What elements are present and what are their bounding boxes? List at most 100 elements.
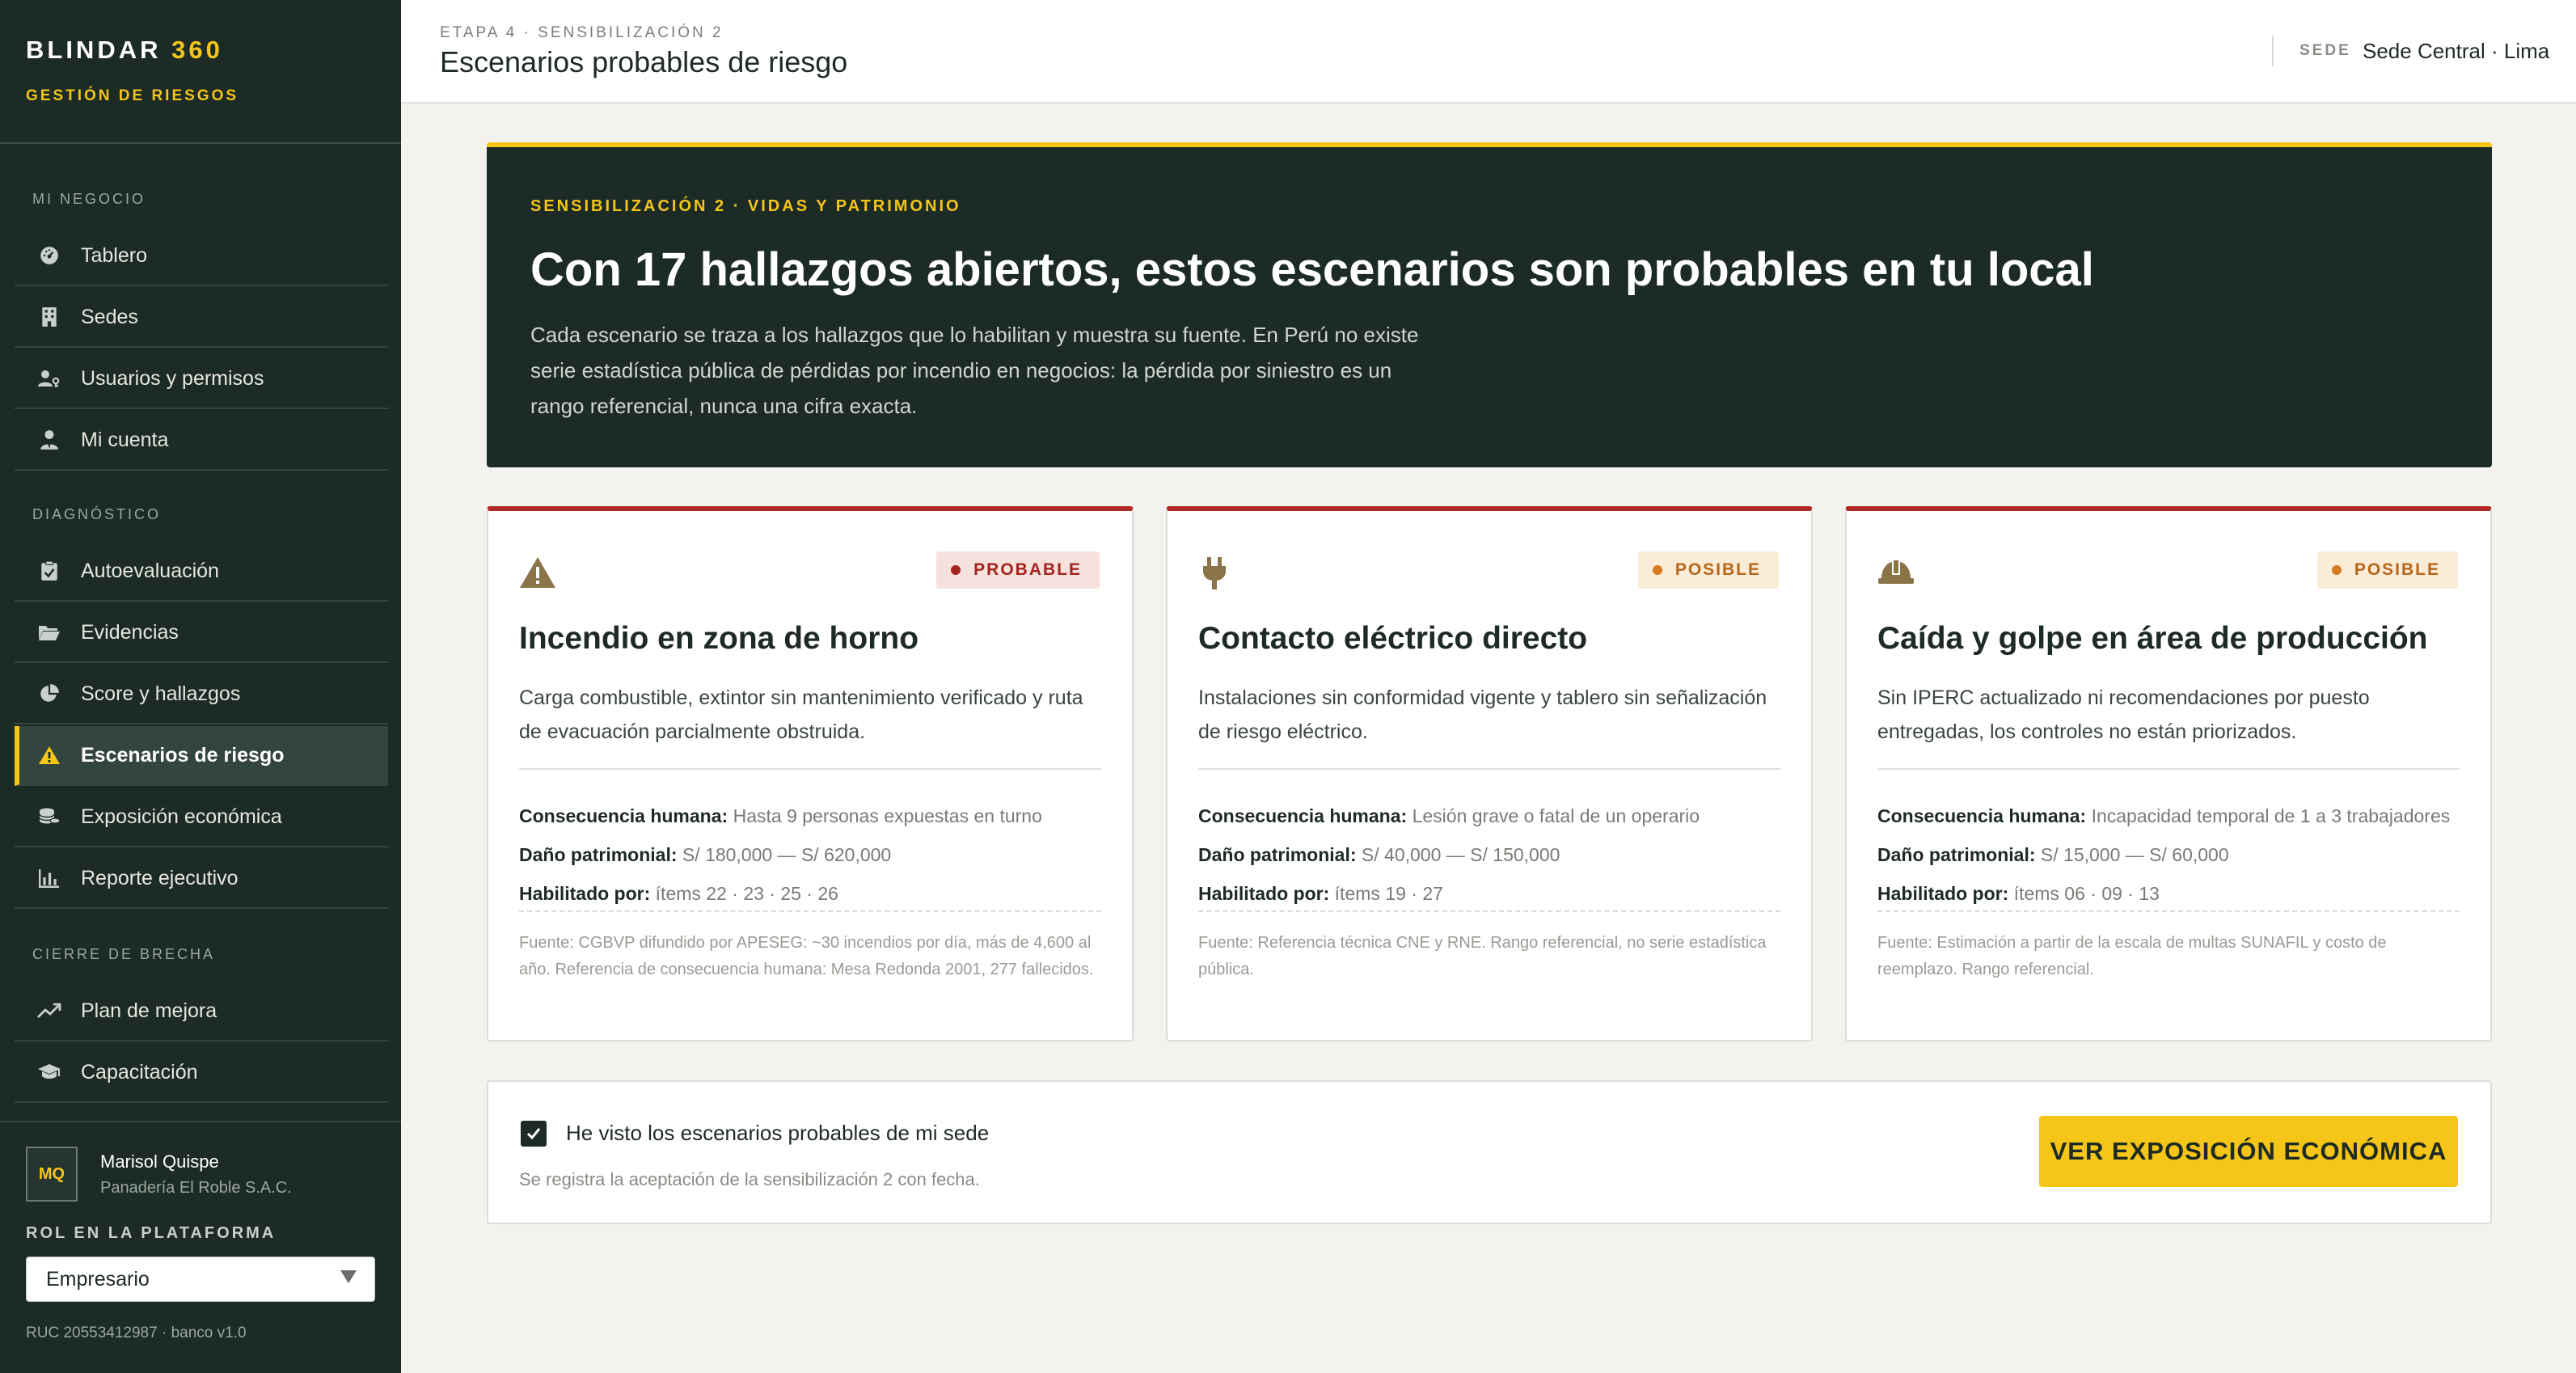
pie-chart-icon [37, 682, 61, 706]
sidebar-item-score-hallazgos[interactable]: Score y hallazgos [15, 665, 388, 725]
hero-banner: SENSIBILIZACIÓN 2 · VIDAS Y PATRIMONIO C… [487, 142, 2492, 467]
checkbox-label[interactable]: He visto los escenarios probables de mi … [566, 1121, 989, 1146]
sidebar-item-label: Evidencias [81, 620, 179, 644]
enabled-by: Habilitado por: ítems 22 · 23 · 25 · 26 [519, 883, 838, 905]
sidebar-item-label: Escenarios de riesgo [81, 743, 285, 767]
checkbox-hint: Se registra la aceptación de la sensibil… [519, 1169, 980, 1189]
patrimonial-damage: Daño patrimonial: S/ 15,000 — S/ 60,000 [1877, 844, 2229, 866]
warning-icon [519, 556, 556, 590]
patrimonial-damage: Daño patrimonial: S/ 180,000 — S/ 620,00… [519, 844, 891, 866]
sidebar-item-label: Reporte ejecutivo [81, 866, 239, 889]
hero-description: Cada escenario se traza a los hallazgos … [530, 323, 1419, 418]
role-select-value: Empresario [46, 1267, 150, 1291]
fact-value: ítems 06 · 09 · 13 [2013, 883, 2160, 904]
fact-value: ítems 19 · 27 [1334, 883, 1443, 904]
divider [519, 910, 1101, 912]
fact-label: Consecuencia humana: [519, 805, 728, 826]
check-icon [526, 1128, 541, 1140]
scenario-card: POSIBLE Contacto eléctrico directo Insta… [1166, 506, 1813, 1041]
scenario-source: Fuente: CGBVP difundido por APESEG: ~30 … [519, 934, 1094, 978]
fact-label: Daño patrimonial: [519, 844, 678, 865]
sidebar-item-sedes[interactable]: Sedes [15, 288, 388, 348]
patrimonial-damage: Daño patrimonial: S/ 40,000 — S/ 150,000 [1198, 844, 1560, 866]
scenario-source: Fuente: Estimación a partir de la escala… [1877, 934, 2387, 978]
users-key-icon [37, 366, 61, 391]
dashboard-icon [37, 243, 61, 268]
status-badge-label: PROBABLE [973, 560, 1082, 579]
graduation-cap-icon [37, 1060, 61, 1084]
hero-kicker: SENSIBILIZACIÓN 2 · VIDAS Y PATRIMONIO [530, 197, 961, 215]
fact-value: S/ 180,000 — S/ 620,000 [682, 844, 892, 865]
status-dot [1652, 565, 1662, 575]
sidebar-item-label: Usuarios y permisos [81, 366, 264, 390]
seen-checkbox[interactable] [521, 1121, 547, 1147]
avatar[interactable]: MQ [26, 1147, 78, 1202]
sidebar-item-autoevaluacion[interactable]: Autoevaluación [15, 542, 388, 602]
sidebar-item-label: Mi cuenta [81, 428, 169, 451]
fact-label: Habilitado por: [519, 883, 651, 904]
sidebar-item-tablero[interactable]: Tablero [15, 226, 388, 286]
role-label: ROL EN LA PLATAFORMA [26, 1224, 277, 1242]
coins-icon [37, 805, 61, 829]
divider [1877, 910, 2460, 912]
sidebar-item-label: Plan de mejora [81, 999, 217, 1022]
hero-title: Con 17 hallazgos abiertos, estos escenar… [530, 243, 2094, 296]
divider [519, 768, 1101, 770]
building-icon [37, 305, 61, 329]
scenario-card: POSIBLE Caída y golpe en área de producc… [1845, 506, 2492, 1041]
divider [1198, 768, 1780, 770]
trend-up-icon [37, 999, 61, 1023]
fact-value: S/ 15,000 — S/ 60,000 [2040, 844, 2229, 865]
scenario-description: Carga combustible, extintor sin mantenim… [519, 686, 1083, 743]
user-tie-icon [37, 428, 61, 452]
user-company: Panadería El Roble S.A.C. [100, 1179, 292, 1197]
sede-selector[interactable]: Sede Central · Lima [2363, 39, 2549, 64]
human-consequence: Consecuencia humana: Lesión grave o fata… [1198, 805, 1700, 827]
divider [1198, 910, 1780, 912]
status-badge-label: POSIBLE [2354, 560, 2440, 579]
fact-value: Lesión grave o fatal de un operario [1412, 805, 1700, 826]
clipboard-check-icon [37, 559, 61, 583]
sidebar-item-escenarios-riesgo[interactable]: Escenarios de riesgo [15, 726, 388, 786]
sidebar-item-label: Score y hallazgos [81, 682, 241, 705]
scenario-title: Caída y golpe en área de producción [1877, 621, 2428, 656]
fact-label: Habilitado por: [1198, 883, 1330, 904]
sidebar-item-evidencias[interactable]: Evidencias [15, 603, 388, 663]
status-badge: POSIBLE [2316, 551, 2458, 589]
sidebar-item-label: Exposición económica [81, 805, 282, 828]
folder-open-icon [37, 620, 61, 644]
sidebar-item-label: Autoevaluación [81, 559, 219, 582]
sidebar-item-capacitacion[interactable]: Capacitación [15, 1043, 388, 1103]
status-badge-label: POSIBLE [1674, 560, 1761, 579]
status-badge: POSIBLE [1637, 551, 1779, 589]
sidebar-item-label: Sedes [81, 305, 138, 328]
sidebar-item-mi-cuenta[interactable]: Mi cuenta [15, 411, 388, 471]
bar-chart-icon [37, 866, 61, 890]
sidebar-item-usuarios-permisos[interactable]: Usuarios y permisos [15, 349, 388, 409]
view-economic-exposure-button[interactable]: VER EXPOSICIÓN ECONÓMICA [2039, 1116, 2458, 1187]
brand-logo: BLINDAR 360 [26, 36, 223, 65]
sidebar-item-label: Capacitación [81, 1060, 198, 1084]
fact-value: S/ 40,000 — S/ 150,000 [1361, 844, 1560, 865]
scenario-source: Fuente: Referencia técnica CNE y RNE. Ra… [1198, 934, 1767, 978]
sidebar-item-plan-mejora[interactable]: Plan de mejora [15, 982, 388, 1041]
human-consequence: Consecuencia humana: Hasta 9 personas ex… [519, 805, 1042, 827]
scenario-card: PROBABLE Incendio en zona de horno Carga… [487, 506, 1134, 1041]
user-name: Marisol Quispe [100, 1151, 219, 1172]
fact-value: Incapacidad temporal de 1 a 3 trabajador… [2091, 805, 2451, 826]
sidebar-item-exposicion-economica[interactable]: Exposición económica [15, 788, 388, 847]
plug-icon [1198, 556, 1235, 590]
sidebar-item-reporte-ejecutivo[interactable]: Reporte ejecutivo [15, 849, 388, 909]
divider [0, 142, 401, 144]
hard-hat-icon [1877, 556, 1915, 590]
fact-label: Daño patrimonial: [1877, 844, 2036, 865]
sidebar-item-label: Tablero [81, 243, 147, 267]
chevron-down-icon [340, 1270, 357, 1283]
status-badge: PROBABLE [936, 551, 1100, 589]
fact-value: Hasta 9 personas expuestas en turno [733, 805, 1042, 826]
section-title-cierre-brecha: CIERRE DE BRECHA [32, 946, 216, 962]
brand-version: 360 [171, 36, 223, 64]
role-select[interactable]: Empresario [26, 1257, 375, 1302]
fact-value: ítems 22 · 23 · 25 · 26 [655, 883, 838, 904]
breadcrumb: ETAPA 4 · SENSIBILIZACIÓN 2 [440, 24, 724, 41]
